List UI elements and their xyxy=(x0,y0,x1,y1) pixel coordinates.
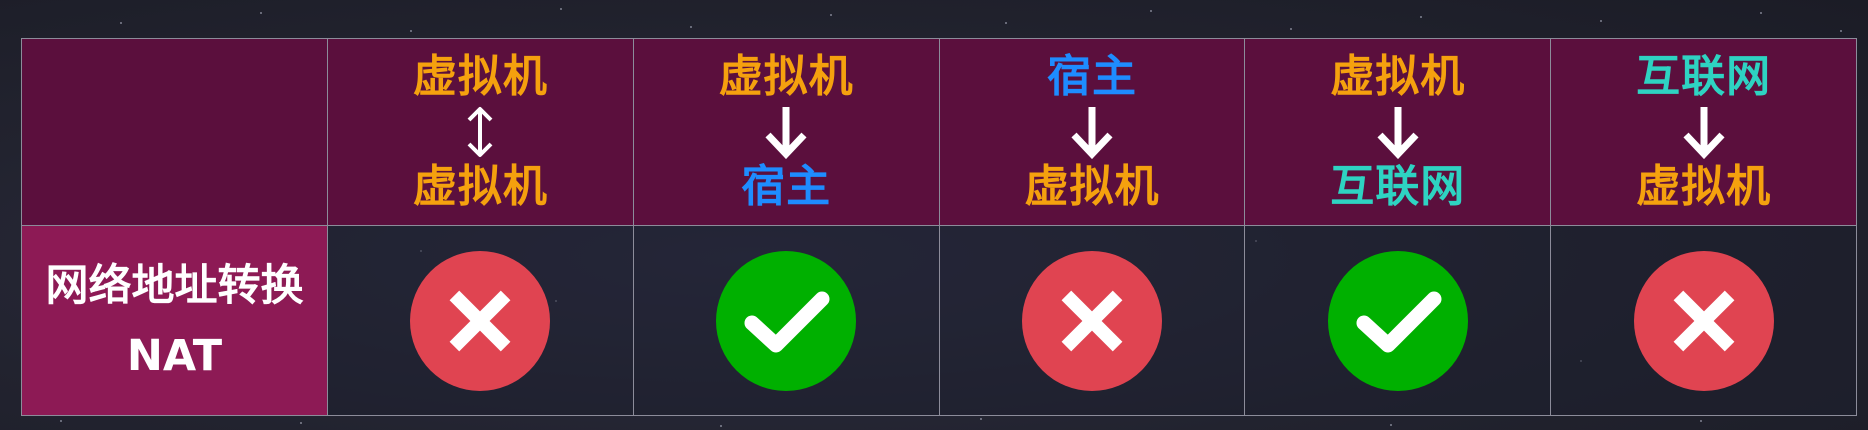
denied-badge xyxy=(1021,250,1162,391)
cross-icon xyxy=(1061,290,1123,351)
check-icon xyxy=(1356,291,1442,352)
arrow-slot xyxy=(1681,103,1727,161)
row-label-abbrev: NAT xyxy=(126,330,223,381)
header-cell: 宿主 虚拟机 xyxy=(938,38,1246,226)
down-arrow-icon xyxy=(765,107,807,159)
header-cell: 虚拟机 虚拟机 xyxy=(327,38,634,226)
direction-header: 互联网 虚拟机 xyxy=(1551,51,1856,213)
source-label: 虚拟机 xyxy=(412,51,548,102)
arrow-slot xyxy=(1069,103,1115,161)
source-label: 宿主 xyxy=(1046,51,1137,102)
direction-header: 虚拟机 虚拟机 xyxy=(328,51,633,213)
cross-icon xyxy=(1673,290,1735,351)
header-row: 虚拟机 虚拟机 虚拟机 宿主 宿主 虚拟机 虚拟机 互联网 互联网 虚拟机 xyxy=(21,38,1857,226)
source-label: 虚拟机 xyxy=(718,51,854,102)
direction-header: 虚拟机 宿主 xyxy=(634,51,939,213)
empty-corner-cell xyxy=(21,38,328,226)
direction-header: 虚拟机 互联网 xyxy=(1245,51,1550,213)
arrow-slot xyxy=(1375,103,1421,161)
destination-label: 互联网 xyxy=(1330,161,1466,212)
cross-icon xyxy=(449,290,511,351)
bidirectional-arrow-icon xyxy=(467,107,493,157)
direction-header: 宿主 虚拟机 xyxy=(940,51,1245,213)
status-cell xyxy=(1244,225,1552,416)
destination-label: 虚拟机 xyxy=(1636,161,1772,212)
header-cell: 虚拟机 互联网 xyxy=(1244,38,1552,226)
source-label: 互联网 xyxy=(1636,51,1772,102)
status-cell xyxy=(938,225,1246,416)
arrow-slot xyxy=(465,103,495,161)
allowed-badge xyxy=(1327,250,1468,391)
header-cell: 互联网 虚拟机 xyxy=(1550,38,1857,226)
source-label: 虚拟机 xyxy=(1330,51,1466,102)
connectivity-matrix: 虚拟机 虚拟机 虚拟机 宿主 宿主 虚拟机 虚拟机 互联网 互联网 虚拟机 网络地址转换 … xyxy=(21,38,1857,416)
allowed-badge xyxy=(716,250,857,391)
down-arrow-icon xyxy=(1683,107,1725,159)
arrow-slot xyxy=(763,103,809,161)
status-cell xyxy=(632,225,940,416)
row-label-chinese: 网络地址转换 xyxy=(45,260,304,311)
down-arrow-icon xyxy=(1071,107,1113,159)
check-icon xyxy=(744,291,830,352)
destination-label: 虚拟机 xyxy=(412,161,548,212)
destination-label: 宿主 xyxy=(741,161,832,212)
nat-row: 网络地址转换 NAT xyxy=(21,225,1857,416)
status-cell xyxy=(1550,225,1857,416)
denied-badge xyxy=(1633,250,1774,391)
row-label-cell: 网络地址转换 NAT xyxy=(21,225,328,416)
denied-badge xyxy=(410,250,551,391)
header-cell: 虚拟机 宿主 xyxy=(632,38,940,226)
down-arrow-icon xyxy=(1377,107,1419,159)
destination-label: 虚拟机 xyxy=(1024,161,1160,212)
status-cell xyxy=(327,225,634,416)
